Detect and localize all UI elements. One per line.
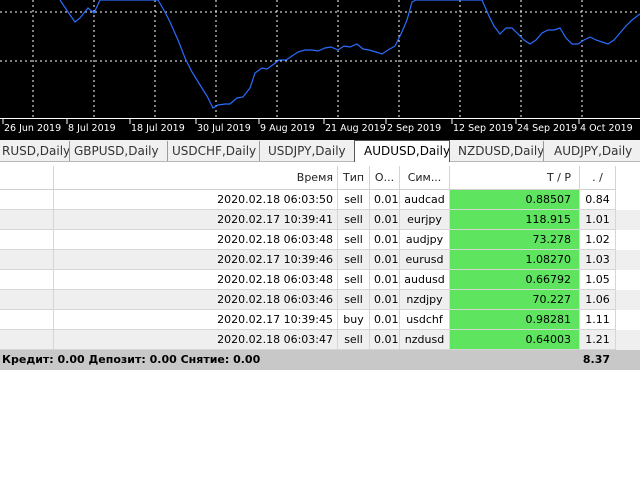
- cell-volume: 0.01: [370, 330, 400, 350]
- cell-type: sell: [338, 290, 370, 310]
- cell-tp: 0.98281: [450, 310, 580, 330]
- table-row[interactable]: 2020.02.17 10:39:41 sell 0.01 eurjpy 118.915…: [0, 210, 640, 230]
- cell-type: buy: [338, 310, 370, 330]
- row-spacer: [0, 310, 54, 330]
- cell-symbol: eurjpy: [400, 210, 450, 230]
- x-tick-label: 26 Jun 2019: [4, 123, 61, 134]
- row-spacer: [0, 190, 54, 210]
- cell-price: 0.84: [580, 190, 616, 210]
- chart-tabs-bar: RUSD,Daily GBPUSD,Daily USDCHF,Daily USD…: [0, 140, 640, 162]
- table-row[interactable]: 2020.02.18 06:03:50 sell 0.01 audcad 0.88507…: [0, 190, 640, 210]
- x-tick-label: 18 Jul 2019: [131, 123, 185, 134]
- cell-tp: 70.227: [450, 290, 580, 310]
- cell-time: 2020.02.18 06:03:48: [54, 270, 338, 290]
- tab-audjpy-daily[interactable]: AUDJPY,Daily: [552, 141, 640, 161]
- header-time[interactable]: Время: [54, 166, 338, 190]
- cell-time: 2020.02.18 06:03:48: [54, 230, 338, 250]
- cell-symbol: audjpy: [400, 230, 450, 250]
- row-spacer: [0, 230, 54, 250]
- x-tick-label: 12 Sep 2019: [453, 123, 513, 134]
- price-line: [59, 0, 640, 109]
- row-spacer: [0, 330, 54, 350]
- x-tick-label: 8 Jul 2019: [68, 123, 116, 134]
- cell-volume: 0.01: [370, 270, 400, 290]
- cell-symbol: eurusd: [400, 250, 450, 270]
- cell-symbol: nzdjpy: [400, 290, 450, 310]
- cell-volume: 0.01: [370, 250, 400, 270]
- cell-time: 2020.02.18 06:03:47: [54, 330, 338, 350]
- cell-volume: 0.01: [370, 310, 400, 330]
- cell-tp: 0.66792: [450, 270, 580, 290]
- table-row[interactable]: 2020.02.18 06:03:47 sell 0.01 nzdusd 0.64003…: [0, 330, 640, 350]
- header-price[interactable]: . /: [580, 166, 616, 190]
- cell-price: 1.21: [580, 330, 616, 350]
- chart-grid: [0, 0, 640, 118]
- cell-time: 2020.02.18 06:03:50: [54, 190, 338, 210]
- cell-price: 1.02: [580, 230, 616, 250]
- table-row[interactable]: 2020.02.18 06:03:46 sell 0.01 nzdjpy 70.227 1…: [0, 290, 640, 310]
- tab-usdjpy-daily[interactable]: USDJPY,Daily: [266, 141, 354, 161]
- cell-tp: 1.08270: [450, 250, 580, 270]
- x-tick-label: 21 Aug 2019: [325, 123, 386, 134]
- table-row[interactable]: 2020.02.17 10:39:45 buy 0.01 usdchf 0.98281 1…: [0, 310, 640, 330]
- header-spacer: [0, 166, 54, 190]
- cell-symbol: usdchf: [400, 310, 450, 330]
- table-row[interactable]: 2020.02.17 10:39:46 sell 0.01 eurusd 1.08270…: [0, 250, 640, 270]
- header-tp[interactable]: T / P: [450, 166, 580, 190]
- tab-usdchf-daily[interactable]: USDCHF,Daily: [170, 141, 260, 161]
- cell-tp: 0.64003: [450, 330, 580, 350]
- x-tick-label: 2 Sep 2019: [387, 123, 441, 134]
- price-chart[interactable]: 26 Jun 2019 8 Jul 2019 18 Jul 2019 30 Jul 2…: [0, 0, 640, 140]
- price-chart-canvas: 26 Jun 2019 8 Jul 2019 18 Jul 2019 30 Jul 2…: [0, 0, 640, 134]
- total-value: 8.37: [582, 353, 610, 366]
- cell-tp: 0.88507: [450, 190, 580, 210]
- cell-type: sell: [338, 210, 370, 230]
- x-tick-label: 9 Aug 2019: [260, 123, 315, 134]
- row-spacer: [0, 270, 54, 290]
- row-spacer: [0, 250, 54, 270]
- cell-volume: 0.01: [370, 190, 400, 210]
- header-volume[interactable]: О...: [370, 166, 400, 190]
- cell-symbol: audcad: [400, 190, 450, 210]
- row-spacer: [0, 290, 54, 310]
- cell-volume: 0.01: [370, 210, 400, 230]
- x-tick-label: 24 Sep 2019: [517, 123, 577, 134]
- cell-tp: 73.278: [450, 230, 580, 250]
- cell-price: 1.03: [580, 250, 616, 270]
- table-header: Время Тип О... Сим... T / P . /: [0, 166, 640, 190]
- tab-audusd-daily[interactable]: AUDUSD,Daily: [354, 140, 450, 162]
- tab-rusd-daily[interactable]: RUSD,Daily: [0, 141, 70, 161]
- cell-type: sell: [338, 330, 370, 350]
- cell-type: sell: [338, 190, 370, 210]
- account-summary: Кредит: 0.00 Депозит: 0.00 Снятие: 0.00: [2, 353, 261, 366]
- cell-price: 1.11: [580, 310, 616, 330]
- x-tick-label: 30 Jul 2019: [197, 123, 251, 134]
- tab-nzdusd-daily[interactable]: NZDUSD,Daily: [456, 141, 544, 161]
- cell-time: 2020.02.17 10:39:46: [54, 250, 338, 270]
- cell-price: 1.05: [580, 270, 616, 290]
- cell-time: 2020.02.17 10:39:45: [54, 310, 338, 330]
- header-type[interactable]: Тип: [338, 166, 370, 190]
- cell-type: sell: [338, 250, 370, 270]
- row-spacer: [0, 210, 54, 230]
- cell-price: 1.01: [580, 210, 616, 230]
- tab-gbpusd-daily[interactable]: GBPUSD,Daily: [72, 141, 168, 161]
- x-tick-label: 4 Oct 2019: [580, 123, 633, 134]
- cell-symbol: nzdusd: [400, 330, 450, 350]
- cell-type: sell: [338, 230, 370, 250]
- header-symbol[interactable]: Сим...: [400, 166, 450, 190]
- cell-volume: 0.01: [370, 230, 400, 250]
- table-row[interactable]: 2020.02.18 06:03:48 sell 0.01 audjpy 73.278 1…: [0, 230, 640, 250]
- cell-volume: 0.01: [370, 290, 400, 310]
- table-footer: Кредит: 0.00 Депозит: 0.00 Снятие: 0.00 …: [0, 350, 640, 370]
- cell-price: 1.06: [580, 290, 616, 310]
- cell-time: 2020.02.18 06:03:46: [54, 290, 338, 310]
- table-row[interactable]: 2020.02.18 06:03:48 sell 0.01 audusd 0.66792…: [0, 270, 640, 290]
- cell-symbol: audusd: [400, 270, 450, 290]
- cell-time: 2020.02.17 10:39:41: [54, 210, 338, 230]
- cell-tp: 118.915: [450, 210, 580, 230]
- cell-type: sell: [338, 270, 370, 290]
